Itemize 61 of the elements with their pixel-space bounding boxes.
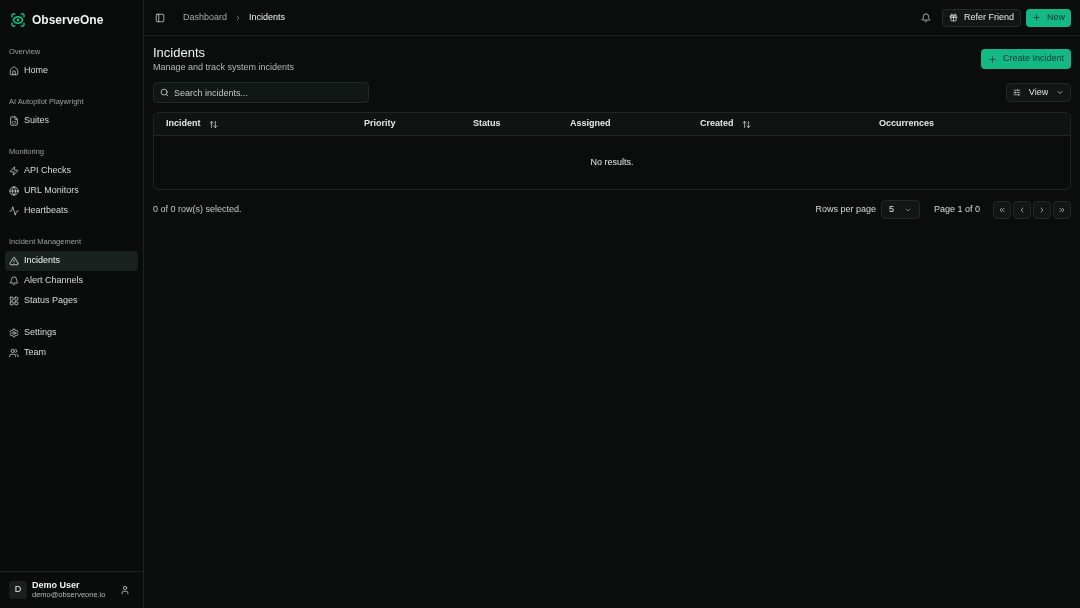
eye-scan-logo-icon (10, 12, 26, 28)
users-icon (9, 348, 19, 358)
create-incident-button[interactable]: Create Incident (980, 49, 1071, 69)
globe-icon (9, 186, 19, 196)
page-subtitle: Manage and track system incidents (153, 61, 295, 73)
refer-button[interactable]: Refer Friend (941, 8, 1021, 27)
last-page-button[interactable] (1053, 200, 1071, 219)
grid-icon (9, 296, 19, 306)
user-icon[interactable] (120, 585, 130, 595)
column-header: Incident (166, 117, 201, 131)
search-icon (160, 88, 169, 97)
breadcrumb-link[interactable]: Incidents (249, 10, 286, 25)
user-name: Demo User (32, 580, 81, 590)
empty-message: No results. (590, 155, 634, 169)
sidebar-item[interactable]: Alert Channels (5, 271, 138, 291)
sidebar-item[interactable]: Home (5, 61, 138, 81)
sidebar-item[interactable]: API Checks (5, 161, 138, 181)
selection-count: 0 of 0 row(s) selected. (153, 202, 242, 216)
new-button[interactable]: New (1026, 8, 1071, 27)
chevron-down-icon (1056, 88, 1064, 97)
sidebar-item[interactable]: URL Monitors (5, 181, 138, 201)
page-title: Incidents (153, 45, 207, 61)
column-header: Created (700, 117, 734, 131)
column-header: Priority (364, 117, 396, 131)
sort-icon[interactable] (208, 119, 218, 129)
page-indicator: Page 1 of 0 (933, 202, 980, 216)
column-header: Assigned (570, 117, 611, 131)
sidebar-item[interactable]: Incidents (5, 251, 138, 271)
column-header: Status (473, 117, 501, 131)
chevron-left-icon (1018, 205, 1026, 214)
brand-name: ObserveOne (32, 12, 104, 29)
sidebar-item[interactable]: Team (5, 343, 138, 363)
pulse-icon (9, 206, 19, 216)
sidebar-item[interactable]: Settings (5, 323, 138, 343)
sidebar-item[interactable]: Heartbeats (5, 201, 138, 221)
bell-icon[interactable] (920, 12, 931, 23)
lightning-icon (9, 166, 19, 176)
warning-triangle-icon (9, 256, 19, 266)
plus-icon (1032, 13, 1041, 22)
view-button[interactable]: View (1006, 83, 1071, 102)
plus-icon (987, 54, 997, 64)
home-icon (9, 66, 19, 76)
user-avatar: D (9, 581, 27, 599)
column-header: Occurrences (879, 117, 935, 131)
chevron-right-icon (1038, 205, 1046, 214)
search-field[interactable]: Search incidents... (153, 82, 369, 103)
double-chevron-right-icon (1058, 205, 1066, 214)
bell-icon (9, 276, 19, 286)
double-chevron-left-icon (998, 205, 1006, 214)
sliders-icon (1013, 88, 1021, 97)
gift-icon (948, 13, 958, 22)
sort-icon[interactable] (741, 119, 751, 129)
rows-per-page-label: Rows per page (815, 202, 876, 216)
file-icon (9, 116, 19, 126)
first-page-button[interactable] (993, 200, 1011, 219)
rows-per-page-select[interactable]: 5 (880, 200, 920, 219)
sidebar-item[interactable]: Status Pages (5, 291, 138, 311)
sidebar-toggle-icon[interactable] (155, 12, 165, 23)
settings-icon (9, 328, 19, 338)
breadcrumb-link[interactable]: Dashboard (183, 10, 228, 25)
sidebar-item[interactable]: Suites (5, 111, 138, 131)
